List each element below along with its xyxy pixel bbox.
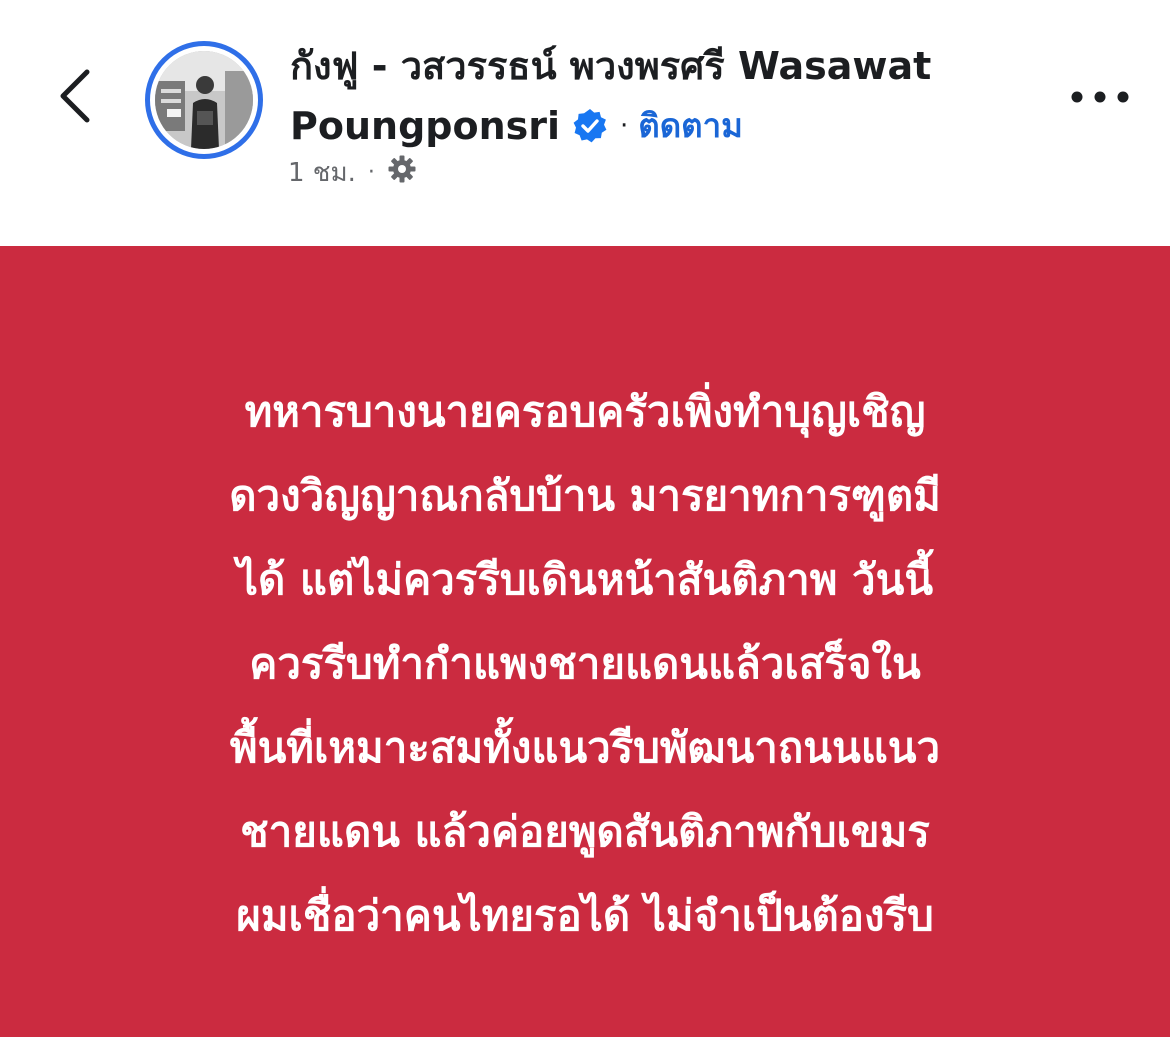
post-text-line: ได้ แต่ไม่ควรรีบเดินหน้าสันติภาพ วันนี้: [236, 555, 934, 604]
post-text: ทหารบางนายครอบครัวเพิ่งทำบุญเชิญ ดวงวิญญ…: [60, 370, 1110, 958]
post-text-line: ผมเชื่อว่าคนไทยรอได้ ไม่จำเป็นต้องรีบ: [236, 891, 934, 940]
chevron-left-icon: [57, 68, 91, 128]
post-text-line: พื้นที่เหมาะสมทั้งแนวรีบพัฒนาถนนแนว: [229, 723, 941, 772]
post-text-line: ชายแดน แล้วค่อยพูดสันติภาพกับเขมร: [240, 807, 930, 856]
author-name-line2[interactable]: Poungponsri: [290, 96, 560, 156]
author-name-row: Poungponsri · ติดตาม: [290, 96, 1050, 156]
more-horizontal-icon: [1070, 89, 1130, 108]
back-button[interactable]: [44, 62, 104, 134]
more-options-button[interactable]: [1064, 80, 1136, 116]
author-block: กังฟู - วสวรรธน์ พวงพรศรี Wasawat Poungp…: [290, 36, 1050, 156]
separator-dot: ·: [620, 111, 629, 141]
avatar-image: [155, 51, 253, 149]
gear-icon[interactable]: [387, 154, 417, 191]
timestamp[interactable]: 1 ชม.: [288, 152, 356, 193]
post-content-card: ทหารบางนายครอบครัวเพิ่งทำบุญเชิญ ดวงวิญญ…: [0, 246, 1170, 1037]
author-name-line1[interactable]: กังฟู - วสวรรธน์ พวงพรศรี Wasawat: [290, 36, 1050, 96]
post-text-line: ทหารบางนายครอบครัวเพิ่งทำบุญเชิญ: [244, 387, 926, 436]
post-header: กังฟู - วสวรรธน์ พวงพรศรี Wasawat Poungp…: [0, 0, 1170, 246]
post-text-line: ควรรีบทำกำแพงชายแดนแล้วเสร็จใน: [249, 639, 921, 688]
avatar[interactable]: [145, 41, 263, 159]
meta-separator: ·: [367, 160, 375, 185]
post-meta: 1 ชม. ·: [288, 152, 417, 193]
post-text-line: ดวงวิญญาณกลับบ้าน มารยาทการฑูตมี: [229, 471, 941, 520]
verified-badge-icon: [572, 108, 608, 144]
follow-button[interactable]: ติดตาม: [638, 96, 743, 156]
